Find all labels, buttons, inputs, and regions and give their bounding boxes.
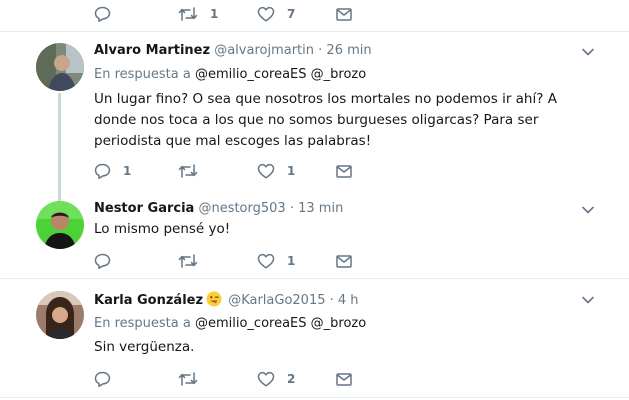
user-display-name[interactable]: Karla González (94, 293, 203, 308)
mention-link[interactable]: @_brozo (311, 316, 367, 331)
reply-button[interactable] (94, 5, 111, 23)
avatar[interactable] (36, 43, 84, 91)
retweet-button[interactable]: 1 (178, 5, 218, 23)
tweet-text: Sin vergüenza. (94, 339, 195, 355)
user-handle[interactable]: @alvarojmartin (214, 43, 314, 58)
user-handle[interactable]: @KarlaGo2015 (228, 293, 325, 308)
separator-dot: · (289, 201, 294, 216)
heart-icon (257, 6, 275, 22)
heart-icon (257, 253, 275, 269)
retweet-icon (178, 372, 198, 386)
separator (0, 397, 629, 398)
retweet-count: 1 (210, 7, 219, 21)
reply-icon (94, 253, 111, 269)
winking-face-with-tongue-emoji-icon (206, 291, 222, 307)
chevron-down-icon[interactable] (582, 48, 594, 56)
reply-context: En respuesta a @emilio_coreaES @_brozo (94, 67, 366, 83)
like-count: 1 (287, 164, 296, 178)
like-button[interactable]: 1 (257, 252, 295, 270)
like-button[interactable]: 1 (257, 162, 295, 180)
reply-icon (94, 6, 111, 22)
tweet-header: Alvaro Martinez @alvarojmartin · 26 min (94, 43, 372, 59)
tweet-timestamp[interactable]: 4 h (338, 293, 359, 308)
user-handle[interactable]: @nestorg503 (198, 201, 285, 216)
like-count: 1 (287, 254, 296, 268)
mention-link[interactable]: @_brozo (311, 67, 367, 82)
reply-button[interactable] (94, 370, 111, 388)
separator (0, 278, 629, 279)
envelope-icon (336, 254, 352, 268)
envelope-icon (336, 7, 352, 21)
retweet-icon (178, 7, 198, 21)
tweet-text: Un lugar fino? O sea que nosotros los mo… (94, 91, 557, 149)
avatar[interactable] (36, 291, 84, 339)
direct-message-button[interactable] (336, 370, 352, 388)
reply-prefix: En respuesta a (94, 67, 191, 82)
user-display-name[interactable]: Alvaro Martinez (94, 43, 210, 58)
retweet-button[interactable] (178, 162, 198, 180)
heart-icon (257, 371, 275, 387)
reply-button[interactable]: 1 (94, 162, 131, 180)
retweet-button[interactable] (178, 252, 198, 270)
tweet-timestamp[interactable]: 13 min (298, 201, 343, 216)
tweet-text: Lo mismo pensé yo! (94, 221, 231, 237)
like-button[interactable]: 2 (257, 370, 295, 388)
user-display-name[interactable]: Nestor Garcia (94, 201, 194, 216)
like-button[interactable]: 7 (257, 5, 295, 23)
direct-message-button[interactable] (336, 252, 352, 270)
chevron-down-icon[interactable] (582, 206, 594, 214)
reply-icon (94, 371, 111, 387)
separator (0, 31, 629, 32)
thread-connector-line (58, 93, 61, 201)
mention-link[interactable]: @emilio_coreaES (195, 67, 307, 82)
reply-icon (94, 163, 111, 179)
like-count: 2 (287, 372, 296, 386)
reply-button[interactable] (94, 252, 111, 270)
envelope-icon (336, 372, 352, 386)
mention-link[interactable]: @emilio_coreaES (195, 316, 307, 331)
envelope-icon (336, 164, 352, 178)
like-count: 7 (287, 7, 296, 21)
reply-count: 1 (123, 164, 132, 178)
heart-icon (257, 163, 275, 179)
retweet-button[interactable] (178, 370, 198, 388)
separator-dot: · (318, 43, 323, 58)
retweet-icon (178, 164, 198, 178)
tweet-header: Karla González @KarlaGo2015 · 4 h (94, 291, 359, 309)
reply-prefix: En respuesta a (94, 316, 191, 331)
separator-dot: · (329, 293, 334, 308)
tweet-timestamp[interactable]: 26 min (326, 43, 371, 58)
direct-message-button[interactable] (336, 5, 352, 23)
avatar[interactable] (36, 201, 84, 249)
reply-context: En respuesta a @emilio_coreaES @_brozo (94, 316, 366, 332)
tweet-header: Nestor Garcia @nestorg503 · 13 min (94, 201, 343, 217)
chevron-down-icon[interactable] (582, 296, 594, 304)
direct-message-button[interactable] (336, 162, 352, 180)
retweet-icon (178, 254, 198, 268)
